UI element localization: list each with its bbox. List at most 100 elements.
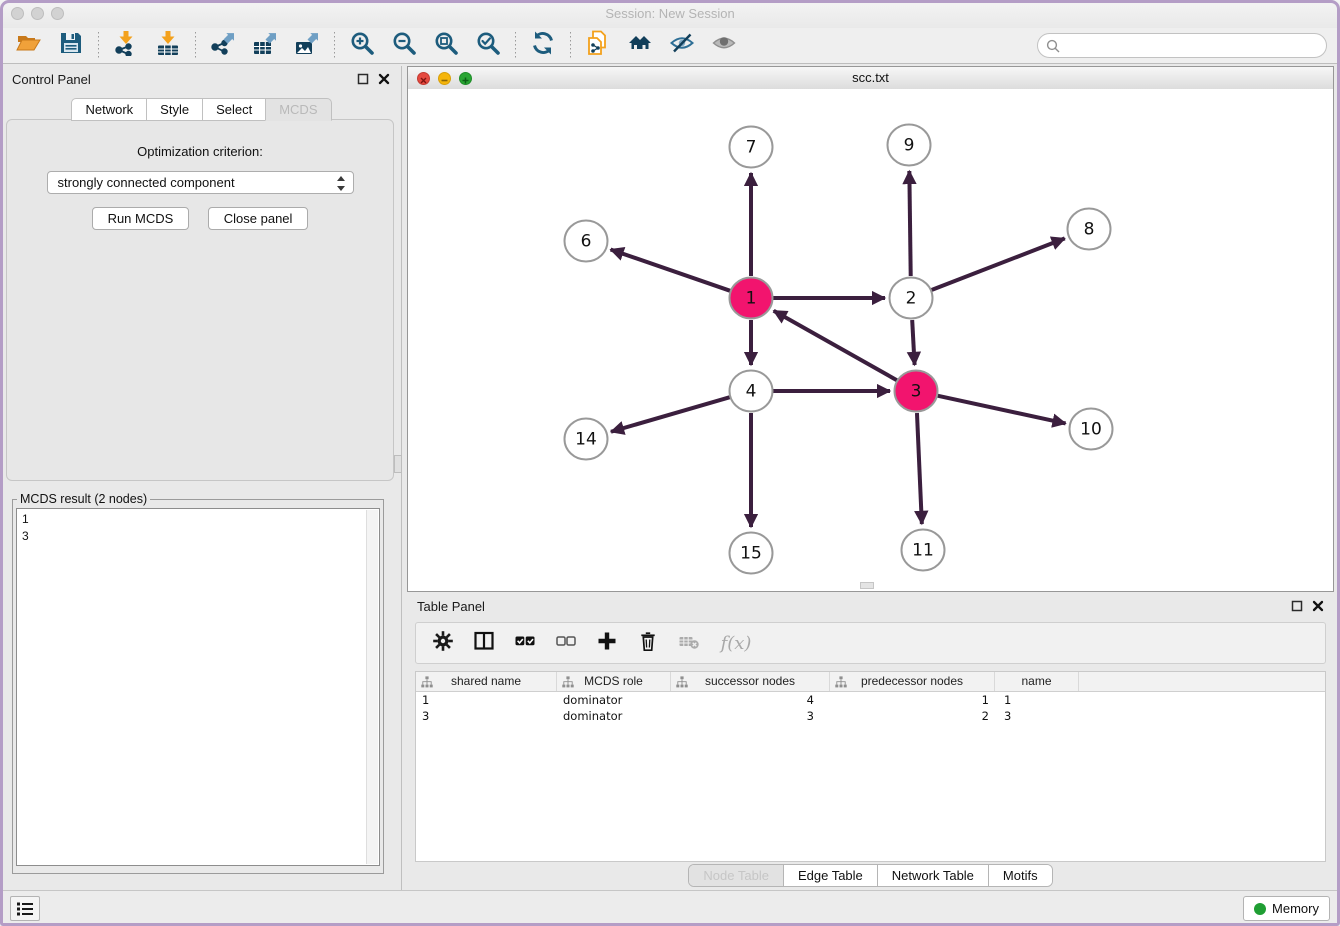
graph-edge-3-1[interactable] [774, 311, 897, 380]
graph-edge-2-9[interactable] [909, 171, 910, 276]
tab-mcds[interactable]: MCDS [265, 98, 331, 121]
graph-node-2[interactable]: 2 [890, 278, 933, 319]
graph-edge-1-6[interactable] [611, 249, 731, 290]
result-scrollbar[interactable] [366, 510, 378, 864]
column-header-predecessor-nodes[interactable]: predecessor nodes [830, 672, 995, 691]
cell-shared-name[interactable]: 1 [416, 692, 557, 708]
cell-shared-name[interactable]: 3 [416, 708, 557, 724]
graph-node-6[interactable]: 6 [565, 221, 608, 262]
column-header-name[interactable]: name [995, 672, 1079, 691]
tab-network[interactable]: Network [71, 98, 147, 121]
toolbar-open-button[interactable] [15, 32, 43, 60]
close-table-panel-icon[interactable] [1311, 599, 1324, 612]
export-network-icon [210, 30, 236, 61]
select-all-icon [514, 630, 536, 657]
float-panel-icon[interactable] [356, 72, 369, 85]
table-row[interactable]: 1dominator411 [416, 692, 1325, 708]
gear-icon [432, 630, 454, 657]
toolbar-separator [98, 32, 99, 60]
tab-select[interactable]: Select [202, 98, 266, 121]
graph-edge-3-11[interactable] [917, 413, 922, 524]
toolbar-export-network-button[interactable] [209, 32, 237, 60]
toolbar-refresh-button[interactable] [529, 32, 557, 60]
float-table-panel-icon[interactable] [1290, 599, 1303, 612]
graph-node-7[interactable]: 7 [730, 127, 773, 168]
column-header-MCDS-role[interactable]: MCDS role [557, 672, 671, 691]
cell-MCDS-role[interactable]: dominator [557, 692, 671, 708]
criterion-dropdown-value: strongly connected component [58, 175, 235, 190]
graph-node-15[interactable]: 15 [730, 533, 773, 574]
tab-motifs[interactable]: Motifs [989, 865, 1052, 886]
toolbar-home-button[interactable] [626, 32, 654, 60]
cell-name[interactable]: 1 [995, 692, 1079, 708]
network-window-titlebar: scc.txt [408, 67, 1333, 90]
graph-node-11[interactable]: 11 [902, 530, 945, 571]
eye-slash-icon [669, 30, 695, 61]
graph-edge-3-10[interactable] [937, 396, 1065, 424]
task-history-button[interactable] [10, 896, 40, 921]
criterion-dropdown[interactable]: strongly connected component [47, 171, 354, 194]
export-image-icon [294, 30, 320, 61]
table-toolbar-split-view-button[interactable] [473, 632, 495, 654]
cell-predecessor-nodes[interactable]: 2 [830, 708, 995, 724]
toolbar-network-file-button[interactable] [584, 32, 612, 60]
canvas-grip[interactable] [860, 582, 874, 589]
memory-button[interactable]: Memory [1243, 896, 1330, 921]
toolbar-zoom-out-button[interactable] [390, 32, 418, 60]
cell-successor-nodes[interactable]: 3 [671, 708, 830, 724]
graph-edge-4-14[interactable] [611, 397, 730, 432]
toolbar-zoom-selected-button[interactable] [474, 32, 502, 60]
svg-text:6: 6 [581, 232, 592, 252]
tab-style[interactable]: Style [146, 98, 203, 121]
toolbar-import-table-button[interactable] [154, 32, 182, 60]
graph-node-14[interactable]: 14 [565, 419, 608, 460]
graph-node-8[interactable]: 8 [1068, 209, 1111, 250]
graph-edge-2-8[interactable] [932, 238, 1065, 290]
cell-name[interactable]: 3 [995, 708, 1079, 724]
table-toolbar-delete-column-button[interactable] [637, 632, 659, 654]
close-panel-icon[interactable] [377, 72, 390, 85]
search-box[interactable] [1037, 33, 1327, 58]
graph-node-3[interactable]: 3 [895, 371, 938, 412]
zoom-in-icon [349, 30, 375, 61]
tab-network-table[interactable]: Network Table [878, 865, 989, 886]
panel-divider-grip[interactable] [394, 455, 402, 473]
graph-node-1[interactable]: 1 [730, 278, 773, 319]
tab-node-table[interactable]: Node Table [689, 865, 784, 886]
toolbar-zoom-in-button[interactable] [348, 32, 376, 60]
toolbar-export-image-button[interactable] [293, 32, 321, 60]
close-panel-button[interactable]: Close panel [208, 207, 309, 230]
run-mcds-button[interactable]: Run MCDS [92, 207, 190, 230]
network-canvas[interactable]: 1 2 3 4 6 7 8 9 10 11 14 15 [408, 89, 1333, 591]
cell-predecessor-nodes[interactable]: 1 [830, 692, 995, 708]
status-bar: Memory [0, 890, 1340, 926]
toolbar-export-table-button[interactable] [251, 32, 279, 60]
zoom-fit-icon [433, 30, 459, 61]
table-toolbar-deselect-all-button[interactable] [555, 632, 577, 654]
mcds-result-text[interactable]: 1 3 [16, 508, 380, 866]
toolbar-save-button[interactable] [57, 32, 85, 60]
toolbar-separator [515, 32, 516, 60]
toolbar-import-network-button[interactable] [112, 32, 140, 60]
graph-edge-2-3[interactable] [912, 320, 914, 365]
split-view-icon [473, 630, 495, 657]
table-row[interactable]: 3dominator323 [416, 708, 1325, 724]
toolbar-zoom-fit-button[interactable] [432, 32, 460, 60]
panel-divider [401, 66, 402, 890]
graph-node-4[interactable]: 4 [730, 371, 773, 412]
graph-node-9[interactable]: 9 [888, 125, 931, 166]
search-input[interactable] [1066, 36, 1316, 57]
delete-column-icon [637, 630, 659, 657]
cell-successor-nodes[interactable]: 4 [671, 692, 830, 708]
table-toolbar-select-all-button[interactable] [514, 632, 536, 654]
network-file-icon [585, 30, 611, 61]
table-toolbar-add-column-button[interactable] [596, 632, 618, 654]
toolbar-eye-button[interactable] [710, 32, 738, 60]
cell-MCDS-role[interactable]: dominator [557, 708, 671, 724]
column-header-shared-name[interactable]: shared name [416, 672, 557, 691]
toolbar-eye-slash-button[interactable] [668, 32, 696, 60]
column-header-successor-nodes[interactable]: successor nodes [671, 672, 830, 691]
graph-node-10[interactable]: 10 [1070, 409, 1113, 450]
tab-edge-table[interactable]: Edge Table [784, 865, 878, 886]
table-toolbar-gear-button[interactable] [432, 632, 454, 654]
